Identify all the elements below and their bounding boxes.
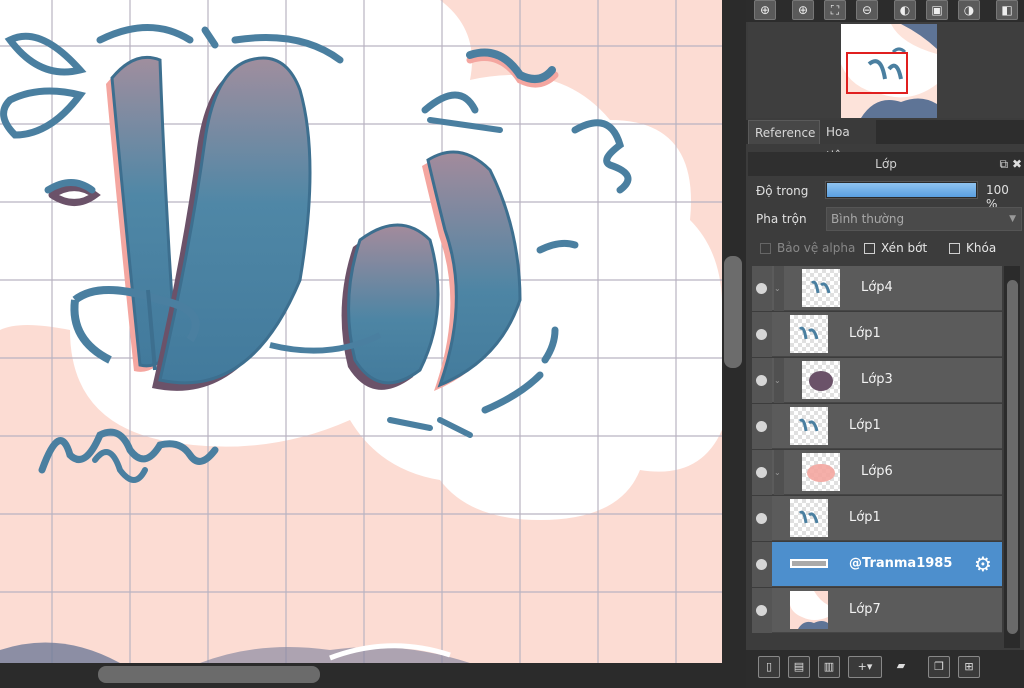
navigator-viewport-rect[interactable] bbox=[846, 52, 908, 94]
layer-thumbnail bbox=[802, 453, 840, 491]
add-layer-menu-icon[interactable]: +▾ bbox=[848, 656, 882, 678]
layer-name: Lớp7 bbox=[849, 602, 881, 617]
visibility-toggle-icon[interactable] bbox=[756, 605, 767, 616]
layer-row[interactable]: ⌄ Lớp3 bbox=[752, 358, 1002, 403]
layer-thumbnail bbox=[790, 407, 828, 445]
horizontal-scroll-thumb[interactable] bbox=[98, 666, 320, 683]
layer-thumbnail bbox=[790, 499, 828, 537]
expand-toggle-icon[interactable]: ⌄ bbox=[774, 358, 784, 403]
canvas-vertical-scrollbar[interactable] bbox=[722, 0, 746, 688]
reset-rotate-icon[interactable]: ▣ bbox=[926, 0, 948, 20]
merge-layer-icon[interactable]: ⊞ bbox=[958, 656, 980, 678]
layer-row[interactable]: ⌄ Lớp4 bbox=[752, 266, 1002, 311]
artwork bbox=[0, 0, 722, 663]
visibility-toggle-icon[interactable] bbox=[756, 513, 767, 524]
drawing-canvas[interactable] bbox=[0, 0, 722, 663]
layer-thumbnail bbox=[790, 591, 828, 629]
visibility-toggle-icon[interactable] bbox=[756, 375, 767, 386]
rotate-right-icon[interactable]: ◑ bbox=[958, 0, 980, 20]
expand-toggle-icon[interactable]: ⌄ bbox=[774, 450, 784, 495]
layer-name: Lớp4 bbox=[861, 280, 893, 295]
protect-alpha-checkbox[interactable] bbox=[760, 243, 771, 254]
chevron-down-icon: ▼ bbox=[1009, 214, 1016, 224]
blend-mode-label: Pha trộn bbox=[756, 212, 807, 226]
layer-row[interactable]: Lớp1 bbox=[752, 496, 1002, 541]
flip-horizontal-icon[interactable]: ◧ bbox=[996, 0, 1018, 20]
close-icon[interactable]: ✖ bbox=[1012, 157, 1022, 171]
lock-checkbox[interactable] bbox=[949, 243, 960, 254]
tab-reference[interactable]: Reference bbox=[748, 120, 820, 144]
folder-icon[interactable]: ▰ bbox=[890, 656, 912, 678]
new-layer-icon[interactable]: ▯ bbox=[758, 656, 780, 678]
tab-navigator[interactable]: Hoa tiêu bbox=[820, 120, 876, 163]
popout-icon[interactable]: ⧉ bbox=[1000, 157, 1009, 171]
clipping-checkbox[interactable] bbox=[864, 243, 875, 254]
panel-tabs: Reference Hoa tiêu bbox=[746, 120, 1024, 163]
blend-mode-select[interactable]: Bình thường ▼ bbox=[826, 207, 1022, 231]
visibility-toggle-icon[interactable] bbox=[756, 329, 767, 340]
visibility-toggle-icon[interactable] bbox=[756, 283, 767, 294]
blend-mode-value: Bình thường bbox=[831, 212, 905, 226]
layer-name: Lớp3 bbox=[861, 372, 893, 387]
layer-name: @Tranma1985 bbox=[849, 556, 953, 571]
layer-row[interactable]: Lớp1 bbox=[752, 404, 1002, 449]
layer-settings-gear-icon[interactable]: ⚙ bbox=[974, 552, 992, 576]
layer-thumbnail bbox=[802, 269, 840, 307]
layer-panel-title: Lớp bbox=[875, 157, 897, 171]
zoom-out-icon[interactable]: ⊖ bbox=[856, 0, 878, 20]
layer-thumbnail bbox=[790, 315, 828, 353]
layer-thumbnail bbox=[790, 545, 828, 583]
duplicate-layer-icon[interactable]: ❐ bbox=[928, 656, 950, 678]
lock-label: Khóa bbox=[966, 241, 997, 255]
navigator-preview[interactable] bbox=[748, 22, 1024, 118]
zoom-fit-icon[interactable]: ⊕ bbox=[754, 0, 776, 20]
layer-row[interactable]: Lớp7 bbox=[752, 588, 1002, 633]
layer-name: Lớp1 bbox=[849, 418, 881, 433]
zoom-in-icon[interactable]: ⊕ bbox=[792, 0, 814, 20]
layer-name: Lớp1 bbox=[849, 510, 881, 525]
layer-name: Lớp1 bbox=[849, 326, 881, 341]
bottom-shape-left bbox=[0, 642, 120, 663]
layer-name: Lớp6 bbox=[861, 464, 893, 479]
layer-toolbar: ▯ ▤ ▥ +▾ ▰ ❐ ⊞ bbox=[746, 650, 1024, 688]
layer-scroll-thumb[interactable] bbox=[1007, 280, 1018, 634]
fit-screen-icon[interactable]: ⛶ bbox=[824, 0, 846, 20]
visibility-toggle-icon[interactable] bbox=[756, 467, 767, 478]
visibility-toggle-icon[interactable] bbox=[756, 421, 767, 432]
layer-list-scrollbar[interactable] bbox=[1004, 266, 1020, 648]
layer-list: ⌄ Lớp4 Lớp1 ⌄ Lớp3 Lớp1 ⌄ Lớp6 Lớp1 @Tranma1985 ⚙ L… bbox=[752, 266, 1004, 633]
canvas-horizontal-scrollbar[interactable] bbox=[0, 663, 722, 688]
vertical-scroll-thumb[interactable] bbox=[724, 256, 742, 368]
expand-toggle-icon[interactable]: ⌄ bbox=[774, 266, 784, 311]
opacity-label: Độ trong bbox=[756, 184, 809, 198]
clipping-label: Xén bớt bbox=[881, 241, 928, 255]
layer-panel-header: Lớp ⧉ ✖ bbox=[748, 152, 1024, 176]
layer-row[interactable]: @Tranma1985 ⚙ bbox=[752, 542, 1002, 587]
visibility-toggle-icon[interactable] bbox=[756, 559, 767, 570]
layer-thumbnail bbox=[802, 361, 840, 399]
opacity-slider-fill bbox=[827, 183, 976, 197]
rotate-left-icon[interactable]: ◐ bbox=[894, 0, 916, 20]
new-layer-1bit-icon[interactable]: ▥ bbox=[818, 656, 840, 678]
protect-alpha-label: Bảo vệ alpha bbox=[777, 241, 856, 255]
navigator-toolbar: ⊕ ⊕ ⛶ ⊖ ◐ ▣ ◑ ◧ bbox=[746, 0, 1024, 22]
navigator-thumbnail[interactable] bbox=[841, 24, 937, 118]
layer-row[interactable]: ⌄ Lớp6 bbox=[752, 450, 1002, 495]
opacity-slider[interactable] bbox=[825, 181, 978, 199]
layer-row[interactable]: Lớp1 bbox=[752, 312, 1002, 357]
new-layer-8bit-icon[interactable]: ▤ bbox=[788, 656, 810, 678]
right-panel: ⊕ ⊕ ⛶ ⊖ ◐ ▣ ◑ ◧ Reference Hoa tiêu Lớp ⧉… bbox=[746, 0, 1024, 688]
